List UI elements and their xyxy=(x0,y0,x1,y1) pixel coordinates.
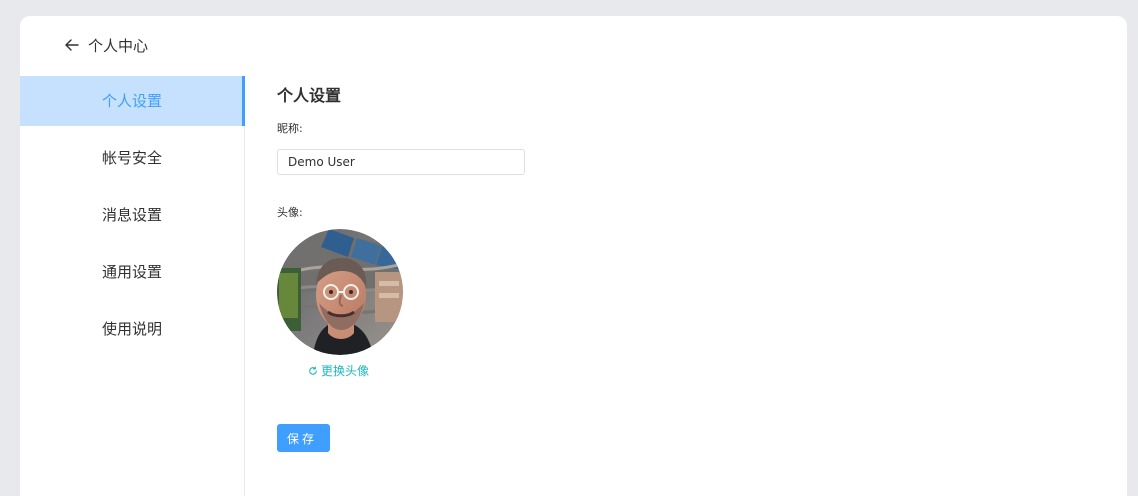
change-avatar-label: 更换头像 xyxy=(321,364,370,378)
sidebar-item-usage-instructions[interactable]: 使用说明 xyxy=(20,304,244,354)
sidebar-item-message-settings[interactable]: 消息设置 xyxy=(20,190,244,240)
refresh-icon[interactable] xyxy=(308,366,318,376)
avatar-photo[interactable] xyxy=(277,229,403,355)
avatar-label: 头像: xyxy=(277,206,303,219)
sidebar-item-label: 通用设置 xyxy=(101,263,162,281)
sidebar-item-label: 消息设置 xyxy=(101,206,162,224)
sidebar-item-account-security[interactable]: 帐号安全 xyxy=(20,133,244,183)
save-button[interactable]: 保存 xyxy=(277,424,330,452)
sidebar-item-label: 帐号安全 xyxy=(101,149,162,167)
profile-center-card: 个人中心 个人设置 帐号安全 消息设置 通用设置 使用说明 个人设置 昵称: 头… xyxy=(20,16,1127,496)
sidebar-item-label: 个人设置 xyxy=(101,92,162,110)
change-avatar-link[interactable]: 更换头像 xyxy=(308,362,369,379)
sidebar-item-label: 使用说明 xyxy=(101,320,162,338)
avatar[interactable] xyxy=(277,229,403,355)
page-title: 个人设置 xyxy=(277,86,342,105)
back-to-profile-center[interactable]: 个人中心 xyxy=(64,34,148,56)
nickname-input[interactable] xyxy=(277,149,525,175)
arrow-left-icon[interactable] xyxy=(64,37,80,53)
settings-sidebar: 个人设置 帐号安全 消息设置 通用设置 使用说明 xyxy=(20,76,245,496)
sidebar-item-general-settings[interactable]: 通用设置 xyxy=(20,247,244,297)
personal-settings-panel: 个人设置 昵称: 头像: xyxy=(277,78,1097,478)
header-title: 个人中心 xyxy=(88,36,149,55)
nickname-label: 昵称: xyxy=(277,122,303,135)
sidebar-item-personal-settings[interactable]: 个人设置 xyxy=(20,76,245,126)
